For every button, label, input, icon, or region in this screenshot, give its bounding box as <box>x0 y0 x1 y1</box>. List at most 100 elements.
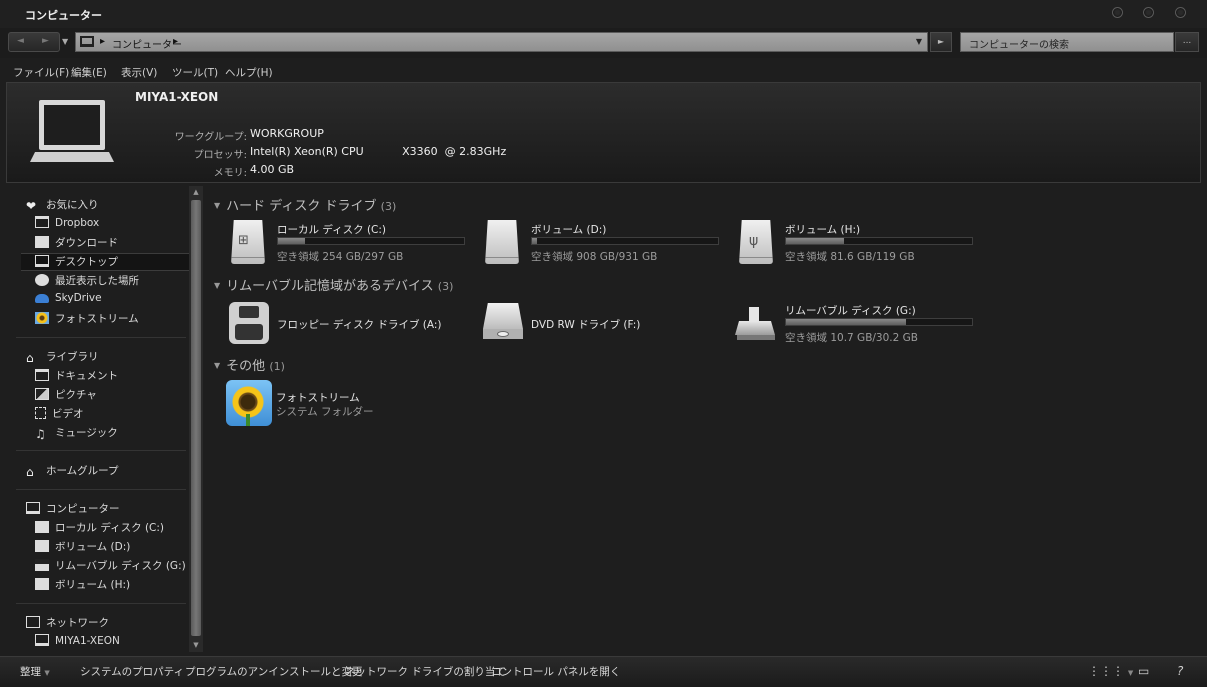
drive-c[interactable]: ⊞ ローカル ディスク (C:) 空き領域 254 GB/297 GB <box>227 220 477 264</box>
nav-videos[interactable]: ビデオ <box>35 406 84 424</box>
network-icon <box>26 616 40 628</box>
nav-downloads[interactable]: ダウンロード <box>35 235 118 253</box>
documents-icon <box>35 369 49 381</box>
drive-a[interactable]: フロッピー ディスク ドライブ (A:) <box>227 301 477 345</box>
nav-dropbox[interactable]: Dropbox <box>35 216 99 234</box>
nav-drive-g[interactable]: リムーバブル ディスク (G:) <box>35 558 186 576</box>
menu-bar: ファイル(F) 編集(E) 表示(V) ツール(T) ヘルプ(H) <box>0 62 1207 81</box>
nav-favorites[interactable]: ❤ お気に入り <box>26 197 99 215</box>
view-options-icon[interactable]: ⋮⋮⋮ ▼ <box>1088 664 1133 678</box>
uninstall-program-button[interactable]: プログラムのアンインストールと変更 <box>185 664 363 679</box>
group-header-removable[interactable]: ▼ リムーバブル記憶域があるデバイス (3) <box>214 275 453 294</box>
recent-pages-dropdown-icon[interactable]: ▼ <box>62 37 68 46</box>
processor-value: Intel(R) Xeon(R) CPU X3360 @ 2.83GHz <box>250 145 507 158</box>
map-network-drive-button[interactable]: ネットワーク ドライブの割り当て <box>345 664 506 679</box>
details-pane: MIYA1-XEON ワークグループ: WORKGROUP プロセッサ: Int… <box>6 82 1201 183</box>
nav-photostream[interactable]: フォトストリーム <box>35 311 139 329</box>
collapse-chevron-icon[interactable]: ▼ <box>214 281 220 290</box>
drive-f[interactable]: DVD RW ドライブ (F:) <box>481 301 731 345</box>
collapse-chevron-icon[interactable]: ▼ <box>214 201 220 210</box>
nav-network[interactable]: ネットワーク <box>26 615 109 633</box>
nav-pictures[interactable]: ピクチャ <box>35 387 97 405</box>
system-properties-button[interactable]: システムのプロパティ <box>80 664 184 679</box>
search-more-button[interactable]: ... <box>1175 32 1199 52</box>
menu-help[interactable]: ヘルプ(H) <box>225 65 273 80</box>
minimize-button[interactable] <box>1112 7 1123 18</box>
laptop-icon <box>30 100 116 168</box>
menu-view[interactable]: 表示(V) <box>121 65 157 80</box>
recent-places-icon <box>35 274 49 286</box>
address-dropdown-icon[interactable]: ▼ <box>916 37 922 46</box>
nav-drive-c[interactable]: ローカル ディスク (C:) <box>35 520 164 538</box>
nav-drive-d[interactable]: ボリューム (D:) <box>35 539 130 557</box>
breadcrumb-chevron-icon[interactable]: ▸ <box>100 36 105 47</box>
usage-bar <box>785 237 973 245</box>
preview-pane-icon[interactable]: ▭ <box>1138 664 1149 678</box>
nav-documents[interactable]: ドキュメント <box>35 368 118 386</box>
menu-file[interactable]: ファイル(F) <box>13 65 69 80</box>
title-bar: コンピューター <box>0 0 1207 28</box>
nav-drive-h[interactable]: ボリューム (H:) <box>35 577 130 595</box>
removable-drive-icon <box>35 559 49 571</box>
nav-homegroup[interactable]: ⌂ ホームグループ <box>26 463 119 481</box>
homegroup-icon: ⌂ <box>26 465 34 479</box>
nav-network-pc[interactable]: MIYA1-XEON <box>35 634 120 652</box>
organize-button[interactable]: 整理 ▼ <box>20 664 50 679</box>
cloud-icon <box>35 294 49 303</box>
menu-tools[interactable]: ツール(T) <box>172 65 218 80</box>
pictures-icon <box>35 388 49 400</box>
drive-icon <box>481 220 523 264</box>
menu-edit[interactable]: 編集(E) <box>71 65 107 80</box>
breadcrumb-chevron-icon[interactable]: ▸ <box>173 36 178 47</box>
drive-icon <box>35 540 49 552</box>
sunflower-icon <box>226 380 272 426</box>
back-arrow-icon[interactable]: ◄ <box>17 36 24 46</box>
computer-icon <box>26 502 40 514</box>
nav-skydrive[interactable]: SkyDrive <box>35 292 102 310</box>
address-bar[interactable]: ▸ コンピューター ▸ ▼ <box>75 32 928 52</box>
group-header-hdd[interactable]: ▼ ハード ディスク ドライブ (3) <box>214 195 396 214</box>
workgroup-value: WORKGROUP <box>250 127 324 140</box>
go-button[interactable]: ► <box>930 32 952 52</box>
nav-desktop[interactable]: デスクトップ <box>21 253 189 271</box>
group-header-other[interactable]: ▼ その他 (1) <box>214 355 285 374</box>
computer-icon <box>35 634 49 646</box>
window-title: コンピューター <box>25 9 102 22</box>
close-button[interactable] <box>1175 7 1186 18</box>
folder-icon <box>35 216 49 228</box>
search-input[interactable]: コンピューターの検索 <box>960 32 1174 52</box>
nav-libraries[interactable]: ⌂ ライブラリ <box>26 349 99 367</box>
drive-h[interactable]: ψ ボリューム (H:) 空き領域 81.6 GB/119 GB <box>735 220 985 264</box>
music-note-icon: ♫ <box>35 427 46 441</box>
drive-g[interactable]: リムーバブル ディスク (G:) 空き領域 10.7 GB/30.2 GB <box>735 301 985 345</box>
sunflower-icon <box>35 312 49 324</box>
desktop-icon <box>35 255 49 267</box>
nav-buttons: ◄ ► <box>8 32 60 52</box>
scroll-thumb[interactable] <box>191 200 201 636</box>
chevron-down-icon: ▼ <box>44 669 50 677</box>
usage-bar <box>277 237 465 245</box>
open-control-panel-button[interactable]: コントロール パネルを開く <box>491 664 620 679</box>
command-bar: 整理 ▼ システムのプロパティ プログラムのアンインストールと変更 ネットワーク… <box>0 656 1207 687</box>
workgroup-label: ワークグループ: <box>174 132 247 143</box>
scroll-up-icon[interactable]: ▲ <box>189 186 203 199</box>
windows-drive-icon <box>35 521 49 533</box>
address-row: ◄ ► ▼ ▸ コンピューター ▸ ▼ ► コンピューターの検索 ... <box>0 28 1207 58</box>
heart-icon: ❤ <box>26 199 37 213</box>
drive-d[interactable]: ボリューム (D:) 空き領域 908 GB/931 GB <box>481 220 731 264</box>
film-icon <box>35 407 46 419</box>
navigation-pane: ❤ お気に入り Dropbox ダウンロード デスクトップ 最近表示した場所 Sk… <box>6 186 189 652</box>
help-icon[interactable]: ? <box>1177 664 1183 678</box>
scroll-down-icon[interactable]: ▼ <box>189 639 203 652</box>
forward-arrow-icon[interactable]: ► <box>42 36 49 46</box>
nav-computer[interactable]: コンピューター <box>26 501 120 519</box>
nav-scrollbar[interactable]: ▲ ▼ <box>189 186 203 652</box>
breadcrumb-computer[interactable]: コンピューター <box>112 36 182 51</box>
photostream-folder[interactable]: フォトストリーム システム フォルダー <box>226 380 476 426</box>
nav-music[interactable]: ♫ ミュージック <box>35 425 118 443</box>
collapse-chevron-icon[interactable]: ▼ <box>214 361 220 370</box>
nav-recent-places[interactable]: 最近表示した場所 <box>35 273 139 291</box>
processor-label: プロセッサ: <box>193 150 247 161</box>
maximize-button[interactable] <box>1143 7 1154 18</box>
computer-icon <box>80 36 94 47</box>
